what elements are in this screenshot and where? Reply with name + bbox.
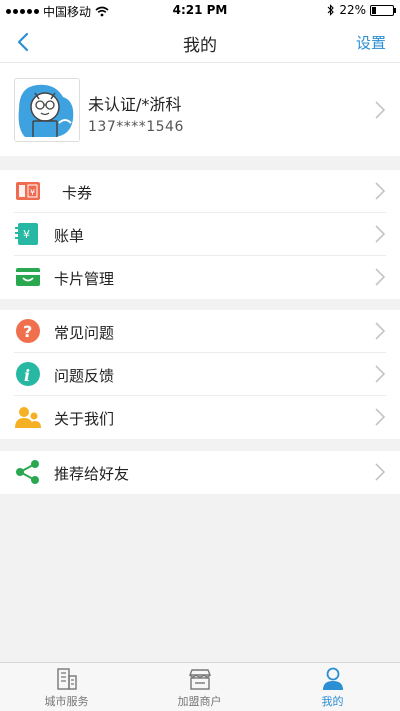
status-right: 22% <box>327 3 396 17</box>
card-icon <box>16 268 40 286</box>
menu-item-card-management[interactable]: 卡片管理 <box>0 256 400 299</box>
chevron-right-icon <box>375 182 386 200</box>
tab-label: 我的 <box>321 695 344 708</box>
tab-merchants[interactable]: 加盟商户 <box>133 667 266 709</box>
chevron-right-icon <box>375 322 386 340</box>
menu-item-feedback[interactable]: i 问题反馈 <box>0 353 400 396</box>
menu-item-label: 关于我们 <box>54 410 115 428</box>
tab-label: 城市服务 <box>44 695 89 708</box>
page-title: 我的 <box>183 36 217 56</box>
svg-text:?: ? <box>23 322 32 341</box>
share-icon <box>16 460 39 484</box>
chevron-right-icon <box>375 225 386 243</box>
menu-group-wallet: ¥ 卡券 ¥ 账单 卡片管理 <box>0 170 400 299</box>
menu-item-recommend[interactable]: 推荐给好友 <box>0 451 400 494</box>
menu-group-share: 推荐给好友 <box>0 451 400 494</box>
menu-item-label: 推荐给好友 <box>54 465 130 483</box>
menu-item-about[interactable]: 关于我们 <box>0 396 400 439</box>
chevron-right-icon <box>375 408 386 426</box>
svg-text:¥: ¥ <box>23 228 30 241</box>
svg-text:¥: ¥ <box>30 188 35 197</box>
question-icon: ? <box>16 319 40 343</box>
bill-icon: ¥ <box>15 223 38 245</box>
battery-percent: 22% <box>339 3 366 17</box>
menu-item-bills[interactable]: ¥ 账单 <box>0 213 400 256</box>
chevron-right-icon <box>375 463 386 481</box>
battery-fill <box>372 6 376 14</box>
menu-item-label: 卡券 <box>62 184 93 202</box>
camel-avatar-icon <box>15 79 79 141</box>
avatar[interactable] <box>14 78 80 142</box>
store-icon <box>188 669 211 690</box>
chevron-right-icon <box>375 365 386 383</box>
chevron-right-icon <box>375 101 386 119</box>
building-icon <box>56 668 77 690</box>
info-icon: i <box>16 362 40 386</box>
battery-icon <box>370 4 396 16</box>
menu-item-label: 卡片管理 <box>54 270 115 288</box>
tab-city-services[interactable]: 城市服务 <box>0 667 133 709</box>
nav-bar: 我的 设置 <box>0 22 400 63</box>
menu-item-label: 常见问题 <box>54 324 115 342</box>
person-icon <box>322 667 343 690</box>
people-icon <box>15 407 41 428</box>
menu-item-label: 问题反馈 <box>54 367 115 385</box>
settings-button[interactable]: 设置 <box>356 32 386 53</box>
coupon-icon: ¥ <box>16 182 40 200</box>
menu-group-help: ? 常见问题 i 问题反馈 关于我们 <box>0 310 400 439</box>
bluetooth-icon <box>327 4 335 16</box>
tab-bar: 城市服务 加盟商户 我的 <box>0 662 400 711</box>
svg-text:i: i <box>24 366 30 385</box>
tab-label: 加盟商户 <box>177 695 222 708</box>
menu-item-coupons[interactable]: ¥ 卡券 <box>0 170 400 213</box>
menu-item-label: 账单 <box>54 227 85 245</box>
chevron-right-icon <box>375 268 386 286</box>
tab-mine[interactable]: 我的 <box>266 667 399 709</box>
profile-phone: 137****1546 <box>88 119 184 135</box>
profile-card[interactable]: 未认证/*浙科 137****1546 <box>0 63 400 156</box>
status-bar: 中国移动 4:21 PM 22% <box>0 0 400 22</box>
menu-item-faq[interactable]: ? 常见问题 <box>0 310 400 353</box>
profile-name: 未认证/*浙科 <box>88 95 182 114</box>
